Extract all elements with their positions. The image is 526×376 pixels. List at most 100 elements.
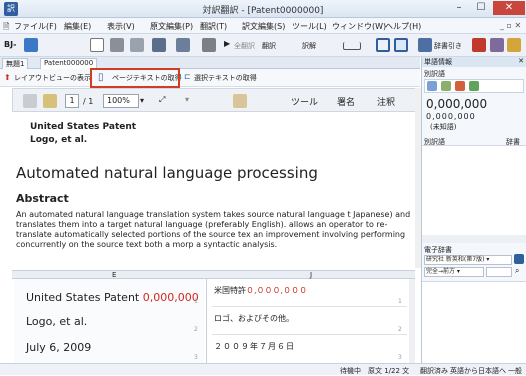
hand-tool-icon[interactable] [233, 94, 247, 108]
dict-yellow-icon[interactable] [507, 38, 521, 52]
unknown-word-label: (未知語) [430, 123, 457, 131]
dual-view-icon[interactable] [394, 38, 408, 52]
play-icon[interactable]: ▶ [224, 39, 230, 48]
word-number-small: 0,000,000 [426, 112, 476, 121]
title-bar: 訳 対訳翻訳 - [Patent0000000] – ☐ ✕ [0, 0, 526, 18]
dict-red-icon[interactable] [472, 38, 486, 52]
menu-file[interactable]: ファイル(F) [14, 21, 57, 32]
word-tool-icon[interactable] [455, 81, 465, 91]
dictionary-lookup-label[interactable]: 辞書引き [434, 41, 462, 51]
inventor-line: Logo, et al. [30, 135, 88, 145]
print-preview-icon[interactable] [130, 38, 144, 52]
menu-target-edit[interactable]: 訳文編集(S) [242, 21, 285, 32]
alt-translation-label: 別訳語 [424, 70, 445, 78]
word-info-toolbar [424, 79, 524, 93]
get-selected-text-button[interactable]: 選択テキストの取得 [194, 73, 257, 83]
source-segment-index: 3 [194, 354, 198, 361]
save-icon[interactable] [43, 94, 57, 108]
source-segment[interactable]: United States Patent 0,000,000 [26, 291, 199, 304]
status-bar: 待機中 原文 1/22 文 翻訳済み 英語から日本語へ 一般 [0, 363, 526, 375]
zoom-select[interactable]: 100% [103, 94, 139, 108]
word-number-large: 0,000,000 [426, 97, 488, 111]
format-mode-icon[interactable] [24, 38, 38, 52]
menu-tools[interactable]: ツール(L) [292, 21, 327, 32]
print-icon[interactable] [23, 94, 37, 108]
dictionary-select[interactable]: 研究社 新英和(第7版) ▾ [424, 255, 512, 265]
source-column[interactable]: United States Patent 0,000,000 Logo, et … [14, 279, 204, 363]
menu-source-edit[interactable]: 原文編集(P) [150, 21, 193, 32]
target-segment[interactable]: 米国特許０,０００,０００ [214, 285, 307, 296]
layout-icon[interactable] [152, 38, 166, 52]
target-segment-index: 2 [398, 326, 402, 333]
doc-menu-icon[interactable]: 🗎 [3, 21, 9, 35]
target-column[interactable]: 米国特許０,０００,０００ ロゴ、およびその他。 ２００９年７月６日 1 2 3 [210, 279, 407, 363]
menu-bar: 🗎 ファイル(F) 編集(E) 表示(V) 原文編集(P) 翻訳(T) 訳文編集… [0, 18, 526, 34]
target-segment-index: 1 [398, 298, 402, 305]
up-arrow-icon[interactable]: ⬆ [4, 73, 11, 82]
source-segment-index: 2 [194, 326, 198, 333]
match-mode-select[interactable]: 完全→前方 ▾ [424, 267, 484, 277]
segment-table: United States Patent 0,000,000 Logo, et … [12, 279, 415, 363]
word-tool-icon[interactable] [441, 81, 451, 91]
new-document-icon[interactable] [90, 38, 104, 52]
word-tool-icon[interactable] [469, 81, 479, 91]
highlight-box [90, 68, 180, 88]
column-header-row: E J [12, 270, 415, 279]
pane-close-icon[interactable]: ✕ [518, 57, 524, 65]
columns-icon[interactable] [176, 38, 190, 52]
maximize-button[interactable]: ☐ [470, 1, 492, 15]
abstract-text: An automated natural language translatio… [16, 210, 411, 249]
segment-scrollbar[interactable] [409, 279, 415, 363]
edict-title: 電子辞書 [424, 246, 452, 254]
translate-all-button[interactable]: 全翻訳 [234, 41, 255, 51]
font-icon[interactable] [202, 38, 216, 52]
document-title: Automated natural language processing [16, 164, 318, 182]
minimize-button[interactable]: – [448, 1, 470, 15]
mdi-controls[interactable]: _ ▫ ✕ [500, 21, 521, 30]
menu-window[interactable]: ウィンドウ(W) [332, 21, 386, 32]
target-segment[interactable]: ロゴ、およびその他。 [214, 313, 294, 324]
menu-help[interactable]: ヘルプ(H) [385, 21, 421, 32]
source-segment[interactable]: Logo, et al. [26, 315, 87, 328]
abstract-heading: Abstract [16, 192, 69, 205]
word-tool-icon[interactable] [427, 81, 437, 91]
menu-translate[interactable]: 翻訳(T) [200, 21, 227, 32]
interpret-button[interactable]: 訳解 [302, 41, 316, 51]
underline-icon[interactable] [343, 42, 361, 50]
menu-view[interactable]: 表示(V) [107, 21, 135, 32]
target-segment-index: 3 [398, 354, 402, 361]
pdf-document[interactable]: United States Patent Logo, et al. Automa… [12, 112, 415, 270]
source-column-header: E [112, 271, 117, 279]
annotation-button[interactable]: 注釈 [377, 95, 395, 108]
dictionary-icon[interactable] [514, 254, 524, 264]
layout-view-button[interactable]: レイアウトビューの表示 [14, 73, 91, 83]
dict-purple-icon[interactable] [490, 38, 504, 52]
target-segment[interactable]: ２００９年７月６日 [214, 341, 295, 352]
fit-icon[interactable]: ⤢ [159, 95, 165, 105]
dictionary-search-input[interactable] [486, 267, 512, 277]
alt-translation-list[interactable] [422, 145, 526, 235]
dictionary-lookup-icon[interactable] [418, 38, 432, 52]
word-info-title: 単語情報 [422, 57, 526, 67]
source-segment-index: 1 [194, 298, 198, 305]
alt-list-scrollbar[interactable] [422, 235, 526, 243]
mode-dropdown[interactable]: BJ- [4, 40, 16, 49]
source-segment[interactable]: July 6, 2009 [26, 341, 91, 354]
print-icon[interactable] [110, 38, 124, 52]
word-info-pane: 単語情報 ✕ 別訳語 0,000,000 0,000,000 (未知語) 別訳語… [421, 57, 526, 363]
close-button[interactable]: ✕ [493, 1, 525, 15]
split-view-icon[interactable] [376, 38, 390, 52]
dropdown-icon[interactable]: ▾ [185, 95, 189, 104]
pdf-toolbar: ⬆ レイアウトビューの表示 ▯ ページテキストの取得 ⊏ 選択テキストの取得 [0, 69, 420, 87]
tab-untitled[interactable]: 無題1 [2, 58, 29, 69]
page-number-input[interactable]: 1 [65, 94, 79, 108]
dictionary-results[interactable] [422, 281, 526, 363]
tab-patent[interactable]: Patent000000 [40, 58, 98, 69]
tools-button[interactable]: ツール [291, 95, 318, 108]
column-divider [206, 279, 207, 363]
binoculars-icon[interactable]: ⌕ [515, 266, 519, 276]
translate-button[interactable]: 翻訳 [262, 41, 276, 51]
menu-edit[interactable]: 編集(E) [64, 21, 91, 32]
sign-button[interactable]: 署名 [337, 95, 355, 108]
chevron-down-icon[interactable]: ▾ [140, 96, 144, 105]
